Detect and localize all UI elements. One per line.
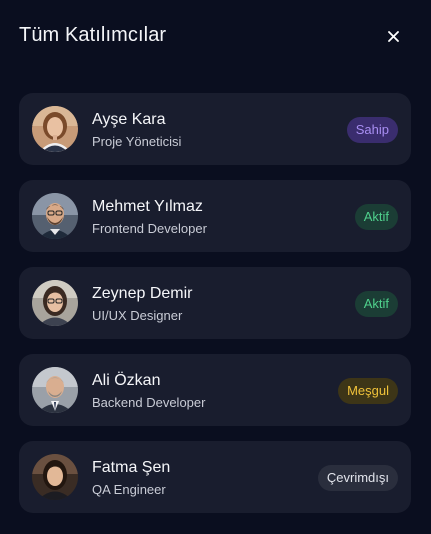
avatar xyxy=(32,106,78,152)
participant-list: Ayşe Kara Proje Yöneticisi Sahip Mehmet … xyxy=(19,93,411,528)
participant-name: Fatma Şen xyxy=(92,459,171,476)
participant-name: Ali Özkan xyxy=(92,372,161,389)
status-badge: Sahip xyxy=(346,117,398,143)
participants-panel: Tüm Katılımcılar Ayşe Kara Proje Yönetic… xyxy=(0,0,431,534)
avatar xyxy=(32,454,78,500)
participant-card[interactable]: Ali Özkan Backend Developer Meşgul xyxy=(19,354,411,426)
panel-title: Tüm Katılımcılar xyxy=(19,24,167,46)
participant-card[interactable]: Zeynep Demir UI/UX Designer Aktif xyxy=(19,267,411,339)
participant-role: QA Engineer xyxy=(92,482,166,497)
status-badge: Aktif xyxy=(354,291,398,317)
panel-header: Tüm Katılımcılar xyxy=(19,22,411,52)
participant-role: UI/UX Designer xyxy=(92,308,183,323)
avatar xyxy=(32,280,78,326)
participant-card[interactable]: Mehmet Yılmaz Frontend Developer Aktif xyxy=(19,180,411,252)
status-badge: Aktif xyxy=(354,204,398,230)
status-badge: Çevrimdışı xyxy=(317,465,398,491)
participant-role: Backend Developer xyxy=(92,395,206,410)
avatar xyxy=(32,193,78,239)
close-button[interactable] xyxy=(383,26,403,46)
participant-name: Ayşe Kara xyxy=(92,111,166,128)
participant-name: Zeynep Demir xyxy=(92,285,193,302)
participant-role: Frontend Developer xyxy=(92,221,207,236)
avatar xyxy=(32,367,78,413)
participant-role: Proje Yöneticisi xyxy=(92,134,182,149)
close-icon xyxy=(387,30,399,42)
participant-card[interactable]: Ayşe Kara Proje Yöneticisi Sahip xyxy=(19,93,411,165)
participant-name: Mehmet Yılmaz xyxy=(92,198,203,215)
participant-card[interactable]: Fatma Şen QA Engineer Çevrimdışı xyxy=(19,441,411,513)
status-badge: Meşgul xyxy=(338,378,398,404)
